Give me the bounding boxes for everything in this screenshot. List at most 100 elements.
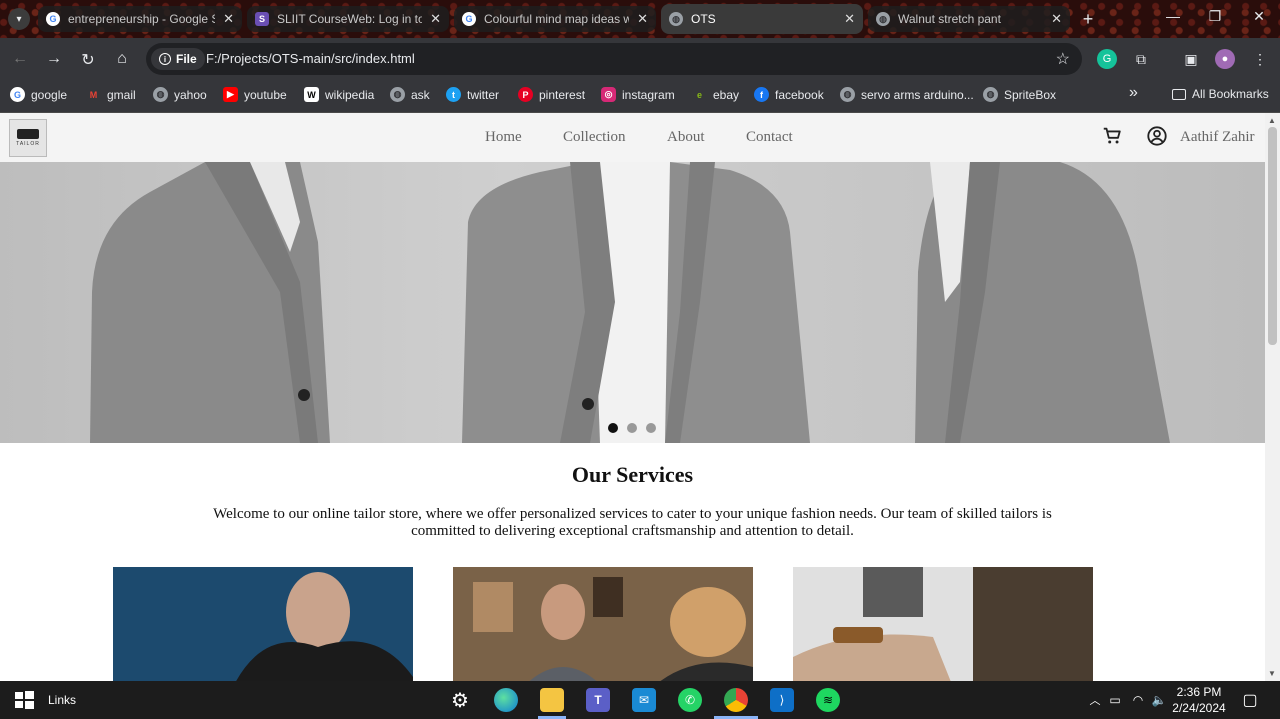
close-icon[interactable]: ✕ [430,11,441,27]
bookmark-gmail[interactable]: Mgmail [86,87,136,102]
teams-icon[interactable]: T [586,688,610,712]
logo-text: TAILOR [16,141,40,147]
tab-title: SLIIT CourseWeb: Log in to t [277,12,423,26]
address-bar[interactable]: i File F:/Projects/OTS-main/src/index.ht… [146,43,1082,75]
spotify-icon[interactable]: ≋ [816,688,840,712]
nav-about[interactable]: About [667,129,705,146]
service-card-1[interactable] [113,567,413,681]
system-clock[interactable]: 2:36 PM 2/24/2024 [1170,684,1228,716]
settings-gear-icon[interactable]: ⚙ [448,688,472,712]
notifications-icon[interactable]: ▢ [1238,688,1262,712]
carousel-dot-2[interactable] [627,423,637,433]
page-scrollbar[interactable]: ▲ ▼ [1265,113,1280,681]
forward-arrow-icon[interactable]: → [44,50,64,68]
scroll-down-icon[interactable]: ▼ [1268,669,1276,678]
url-text[interactable]: F:/Projects/OTS-main/src/index.html [206,51,415,66]
bookmark-label: ebay [713,87,740,102]
vscode-icon[interactable]: ⟩ [770,688,794,712]
all-bookmarks-button[interactable]: All Bookmarks [1172,87,1269,101]
bookmark-star-icon[interactable]: ☆ [1056,49,1070,69]
mail-icon[interactable]: ✉ [632,688,656,712]
tab-search-button[interactable]: ▾ [8,8,30,30]
browser-menu-icon[interactable]: ⋮ [1250,49,1270,69]
carousel-dot-3[interactable] [646,423,656,433]
close-icon[interactable]: ✕ [637,11,648,27]
scrollbar-thumb[interactable] [1268,127,1277,345]
restore-icon[interactable]: ❐ [1204,8,1226,25]
bookmark-label: gmail [107,87,136,102]
bookmark-yahoo[interactable]: ◍ yahoo [153,87,207,102]
browser-toolbar: ← → ↻ ⌂ i File F:/Projects/OTS-main/src/… [0,38,1280,80]
bookmark-label: yahoo [174,87,207,102]
ebay-icon: e [692,87,707,102]
chrome-icon[interactable] [724,688,748,712]
service-card-2[interactable] [453,567,753,681]
tab-entrepreneurship[interactable]: G entrepreneurship - Google S ✕ [38,6,242,32]
close-icon[interactable]: ✕ [1051,11,1062,27]
bookmark-label: facebook [775,87,824,102]
tab-title: Colourful mind map ideas w [484,12,630,26]
tab-mind-map[interactable]: G Colourful mind map ideas w ✕ [454,6,656,32]
service-card-3[interactable] [793,567,1093,681]
bookmark-wikipedia[interactable]: Wwikipedia [304,87,374,102]
bookmark-ebay[interactable]: e ebay [692,87,739,102]
service-image-2 [453,567,753,681]
tab-title: entrepreneurship - Google S [68,12,216,26]
nav-home[interactable]: Home [485,129,522,146]
bookmark-label: youtube [244,87,287,102]
site-header: TAILOR Home Collection About Contact Aat… [0,113,1265,162]
tab-ots[interactable]: ◍ OTS ✕ [661,4,863,34]
bookmark-ask[interactable]: ◍ ask [390,87,430,102]
bookmark-youtube[interactable]: ▶ youtube [223,87,287,102]
tab-sliit-courseweb[interactable]: S SLIIT CourseWeb: Log in to t ✕ [247,6,449,32]
close-icon[interactable]: ✕ [844,11,855,27]
home-icon[interactable]: ⌂ [112,50,132,68]
whatsapp-icon[interactable]: ✆ [678,688,702,712]
bookmark-google[interactable]: Ggoogle [10,87,67,102]
hero-carousel [0,162,1265,443]
tab-walnut-stretch-pant[interactable]: ◍ Walnut stretch pant ✕ [868,6,1070,32]
tab-title: OTS [691,12,716,26]
google-icon: G [46,12,60,26]
window-close-icon[interactable]: ✕ [1248,8,1270,25]
back-arrow-icon[interactable]: ← [10,50,30,68]
google-icon: G [462,12,476,26]
side-panel-icon[interactable]: ▣ [1181,49,1201,69]
gmail-icon: M [86,87,101,102]
volume-icon[interactable]: 🔈 [1147,688,1171,712]
folder-icon [1172,88,1186,100]
bookmark-twitter[interactable]: t twitter [446,87,499,102]
site-logo[interactable]: TAILOR [9,119,47,157]
battery-icon[interactable]: ▭ [1103,688,1127,712]
bookmark-instagram[interactable]: ◎ instagram [601,87,675,102]
bookmark-spritebox[interactable]: ◍ SpriteBox [983,87,1056,102]
extensions-icon[interactable]: ⧉ [1131,49,1151,69]
cart-icon[interactable] [1101,125,1123,147]
bookmark-pinterest[interactable]: Ppinterest [518,87,585,102]
minimize-icon[interactable]: — [1162,8,1184,24]
more-bookmarks-button[interactable]: » [1129,84,1138,102]
grammarly-icon[interactable]: G [1097,49,1117,69]
bookmark-servo-arms[interactable]: ◍ servo arms arduino... [840,87,974,102]
site-info-chip[interactable]: i File [151,48,205,70]
file-explorer-icon[interactable] [540,688,564,712]
all-bookmarks-label: All Bookmarks [1192,87,1269,101]
profile-avatar[interactable]: ● [1215,49,1235,69]
bookmarks-bar: Ggoogle Mgmail ◍ yahoo ▶ youtube Wwikipedi… [0,80,1280,113]
nav-collection[interactable]: Collection [563,129,626,146]
links-toolbar[interactable]: Links [48,688,76,712]
user-name-link[interactable]: Aathif Zahir [1180,129,1255,146]
bookmark-facebook[interactable]: f facebook [754,87,824,102]
nav-contact[interactable]: Contact [746,129,793,146]
windows-start-icon[interactable] [12,688,36,712]
edge-icon[interactable] [494,688,518,712]
new-tab-button[interactable]: + [1077,8,1099,30]
bookmark-label: SpriteBox [1004,87,1057,102]
close-icon[interactable]: ✕ [223,11,234,27]
user-account-icon[interactable] [1146,125,1168,147]
bookmark-label: wikipedia [325,87,375,102]
scroll-up-icon[interactable]: ▲ [1268,116,1276,125]
carousel-dot-1[interactable] [608,423,618,433]
sliit-icon: S [255,12,269,26]
reload-icon[interactable]: ↻ [78,50,98,70]
